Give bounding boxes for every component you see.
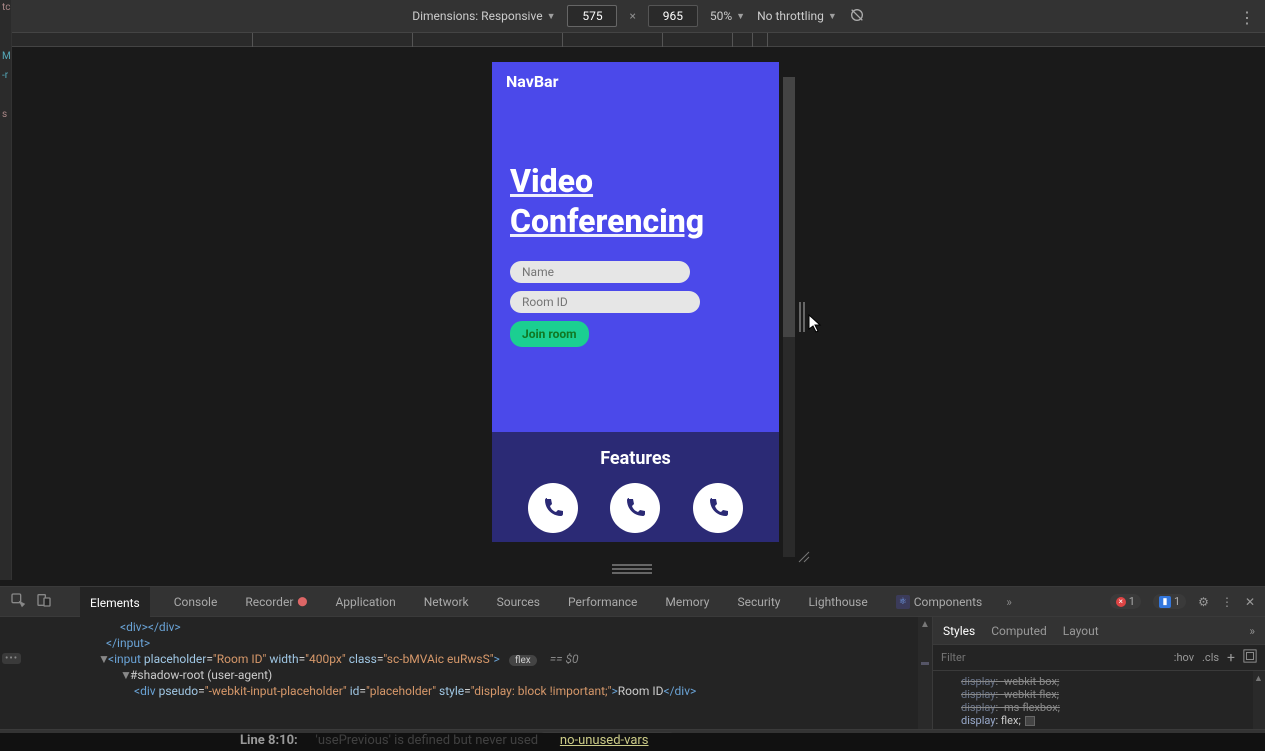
- device-frame: NavBar Video Conferencing Join room Feat…: [492, 62, 799, 562]
- resize-handle-right[interactable]: [799, 302, 809, 332]
- chevron-down-icon: ▼: [547, 11, 556, 22]
- tab-application[interactable]: Application: [331, 595, 399, 609]
- tab-lighthouse[interactable]: Lighthouse: [804, 595, 871, 609]
- feature-icon-circle: [610, 483, 660, 533]
- features-heading: Features: [492, 448, 779, 469]
- chevron-down-icon: ▼: [736, 11, 745, 22]
- ghost-rule: no-unused-vars: [560, 733, 649, 748]
- errors-count: 1: [1129, 595, 1135, 608]
- tab-styles[interactable]: Styles: [943, 624, 975, 638]
- room-id-input[interactable]: [510, 291, 700, 313]
- hero-heading: Video Conferencing: [510, 161, 761, 241]
- height-input[interactable]: [648, 5, 698, 27]
- editor-left-fragment: tc Mu -r s: [0, 0, 12, 580]
- throttling-label: No throttling: [757, 9, 824, 23]
- tab-memory[interactable]: Memory: [661, 595, 713, 609]
- navbar-title: NavBar: [506, 72, 558, 91]
- hero-heading-line2: Conferencing: [510, 202, 704, 240]
- info-dot-icon: ▮: [1159, 596, 1171, 608]
- styles-filter-bar: :hov .cls +: [933, 645, 1265, 671]
- device-toggle-icon[interactable]: [36, 592, 52, 611]
- tab-performance[interactable]: Performance: [564, 595, 641, 609]
- devtools-panel: Elements Console Recorder ⬤ Application N…: [0, 586, 1265, 751]
- react-icon: ⚛: [896, 595, 910, 609]
- devtools-body: <div></div> </input> ••• ▼<input placeho…: [0, 617, 1265, 729]
- join-room-button[interactable]: Join room: [510, 321, 589, 347]
- phone-icon: [623, 496, 647, 520]
- feature-icon-circle: [693, 483, 743, 533]
- issues-count: 1: [1174, 595, 1180, 608]
- tab-recorder-label: Recorder: [245, 595, 293, 609]
- hero-heading-line1: Video: [510, 162, 593, 200]
- errors-badge[interactable]: ×1: [1110, 594, 1141, 609]
- more-tabs-icon[interactable]: »: [1006, 595, 1012, 609]
- feature-row: [492, 483, 779, 533]
- device-canvas: NavBar Video Conferencing Join room Feat…: [12, 47, 1265, 586]
- resize-handle-corner[interactable]: [797, 550, 811, 564]
- dimensions-select[interactable]: Dimensions: Responsive ▼: [412, 9, 555, 23]
- hero-section: Video Conferencing Join room: [492, 101, 779, 377]
- elements-tree[interactable]: <div></div> </input> ••• ▼<input placeho…: [0, 617, 932, 729]
- tab-console[interactable]: Console: [170, 595, 222, 609]
- devtools-tabs: Elements Console Recorder ⬤ Application N…: [0, 587, 1265, 617]
- hov-toggle[interactable]: :hov: [1174, 651, 1194, 664]
- tab-network[interactable]: Network: [420, 595, 473, 609]
- overflow-menu-icon[interactable]: •••: [2, 653, 21, 664]
- elements-scrollbar[interactable]: ▲: [918, 617, 932, 729]
- width-input[interactable]: [567, 5, 617, 27]
- issues-badge[interactable]: ▮1: [1153, 594, 1186, 609]
- name-input[interactable]: [510, 261, 690, 283]
- close-icon[interactable]: ✕: [1245, 595, 1255, 609]
- app-navbar: NavBar: [492, 62, 779, 101]
- device-ruler: [12, 33, 1265, 47]
- styles-filter-input[interactable]: [941, 651, 1166, 664]
- ghost-msg: 'usePrevious' is defined but never used: [316, 733, 539, 748]
- features-section: Features: [492, 432, 779, 542]
- rendered-page: NavBar Video Conferencing Join room Feat…: [492, 62, 779, 542]
- device-toolbar: Dimensions: Responsive ▼ × 50% ▼ No thro…: [12, 0, 1265, 33]
- tab-layout[interactable]: Layout: [1063, 624, 1099, 638]
- chevron-down-icon: ▼: [828, 11, 837, 22]
- recorder-preview-icon: ⬤: [297, 597, 307, 607]
- resize-handle-bottom[interactable]: [612, 564, 652, 574]
- more-options-icon[interactable]: ⋮: [1239, 8, 1255, 27]
- more-tabs-icon[interactable]: »: [1249, 624, 1255, 638]
- flex-editor-icon[interactable]: [1025, 716, 1035, 726]
- join-form: Join room: [510, 261, 761, 347]
- gear-icon[interactable]: ⚙: [1198, 595, 1209, 609]
- tab-components[interactable]: ⚛ Components: [892, 595, 987, 609]
- flex-badge[interactable]: flex: [509, 655, 537, 666]
- tab-security[interactable]: Security: [733, 595, 784, 609]
- throttling-select[interactable]: No throttling ▼: [757, 9, 837, 23]
- tab-recorder[interactable]: Recorder ⬤: [241, 595, 311, 609]
- inspect-element-icon[interactable]: [10, 592, 26, 611]
- zoom-select[interactable]: 50% ▼: [710, 9, 745, 23]
- tab-components-label: Components: [914, 595, 983, 609]
- feature-icon-circle: [528, 483, 578, 533]
- phone-icon: [706, 496, 730, 520]
- zoom-label: 50%: [710, 9, 732, 23]
- cls-toggle[interactable]: .cls: [1202, 651, 1219, 664]
- styles-tabs: Styles Computed Layout »: [933, 617, 1265, 645]
- tab-sources[interactable]: Sources: [493, 595, 544, 609]
- dollar-zero: == $0: [550, 652, 579, 666]
- phone-icon: [541, 496, 565, 520]
- ghost-loc: Line 8:10:: [240, 733, 298, 748]
- terminal-ghost-line: Line 8:10: 'usePrevious' is defined but …: [0, 733, 1265, 751]
- new-rule-icon[interactable]: +: [1227, 650, 1235, 666]
- styles-sidebar: Styles Computed Layout » :hov .cls + dis…: [932, 617, 1265, 729]
- dimensions-label: Dimensions: Responsive: [412, 9, 542, 23]
- styles-scrollbar[interactable]: ▲: [1253, 671, 1265, 729]
- rotate-icon[interactable]: [849, 7, 865, 26]
- tab-elements[interactable]: Elements: [80, 587, 150, 617]
- error-dot-icon: ×: [1116, 597, 1126, 607]
- kebab-icon[interactable]: ⋮: [1221, 595, 1233, 609]
- tab-computed[interactable]: Computed: [991, 624, 1047, 638]
- dimension-separator: ×: [629, 9, 635, 23]
- styles-rules[interactable]: display: -webkit-box; display: -webkit-f…: [933, 671, 1265, 729]
- computed-toggle-icon[interactable]: [1243, 649, 1257, 666]
- device-scrollbar[interactable]: [783, 77, 795, 557]
